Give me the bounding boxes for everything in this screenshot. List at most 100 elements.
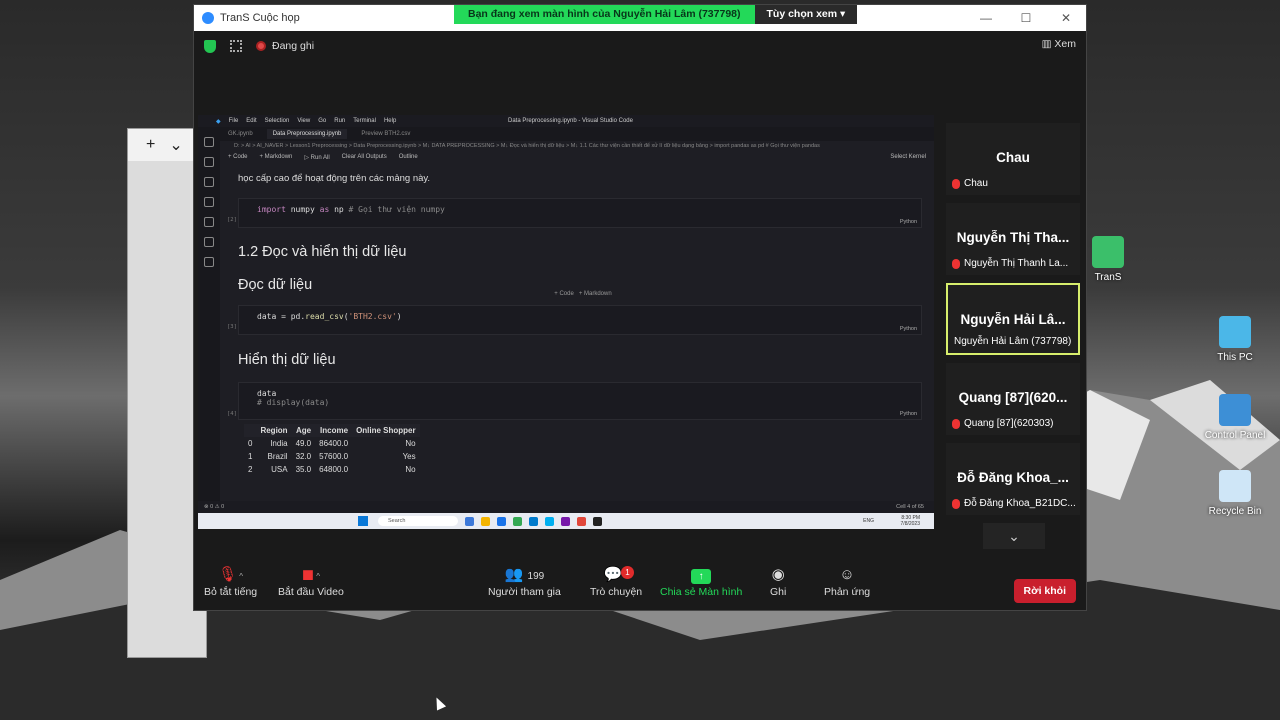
run-all-button[interactable]: ▷ Run All xyxy=(304,154,329,161)
chevron-up-icon[interactable]: ^ xyxy=(316,572,320,581)
meeting-window: TranS Cuộc họp Bạn đang xem màn hình của… xyxy=(193,4,1087,611)
menu-go[interactable]: Go xyxy=(318,118,326,124)
unmute-button[interactable]: 🎙 ^ Bỏ tắt tiếng xyxy=(204,564,257,598)
tab-gk[interactable]: GK.ipynb xyxy=(228,131,253,137)
title-bar: TranS Cuộc họp Bạn đang xem màn hình của… xyxy=(194,5,1086,31)
code-cell[interactable]: [2] import numpy as np # Gọi thư viện nu… xyxy=(227,198,922,228)
insert-markdown-button[interactable]: + Markdown xyxy=(579,291,612,297)
chevron-down-icon[interactable]: ⌄ xyxy=(169,135,182,155)
vscode-window-title: Data Preprocessing.ipynb - Visual Studio… xyxy=(508,118,633,124)
chevron-down-icon: ⌄ xyxy=(1008,528,1020,544)
menu-terminal[interactable]: Terminal xyxy=(353,118,376,124)
tab-data-preprocessing[interactable]: Data Preprocessing.ipynb xyxy=(266,129,348,139)
vscode-taskbar-icon[interactable] xyxy=(529,516,538,526)
chat-badge: 1 xyxy=(621,566,634,579)
menu-run[interactable]: Run xyxy=(334,118,345,124)
extensions-icon[interactable] xyxy=(204,217,214,227)
vscode-statusbar: ⊗ 0 ⚠ 0 Cell 4 of 65 xyxy=(198,501,934,513)
window-title: TranS Cuộc họp xyxy=(220,12,300,24)
skype-icon[interactable] xyxy=(545,516,554,526)
participants-panel: Chau Chau Nguyễn Thị Tha... Nguyễn Thị T… xyxy=(946,123,1082,549)
video-off-icon: ◼ xyxy=(301,566,315,583)
notebook: học cấp cao để hoạt động trên các mảng n… xyxy=(227,173,928,476)
taskbar-clock[interactable]: 8:30 PM 7/8/2023 xyxy=(901,515,920,527)
code-cell-display[interactable]: [4] data # display(data) Python xyxy=(227,382,922,420)
close-button[interactable]: ✕ xyxy=(1046,5,1086,31)
add-code-button[interactable]: + Code xyxy=(228,154,248,160)
menu-help[interactable]: Help xyxy=(384,118,396,124)
smiley-icon: ☺ xyxy=(839,566,855,583)
participant-tile[interactable]: Chau Chau xyxy=(946,123,1080,195)
participant-tile[interactable]: Đỗ Đăng Khoa_... Đỗ Đăng Khoa_B21DC... xyxy=(946,443,1080,515)
menu-selection[interactable]: Selection xyxy=(265,118,290,124)
problems-indicator[interactable]: ⊗ 0 ⚠ 0 xyxy=(204,504,224,510)
source-control-icon[interactable] xyxy=(204,177,214,187)
chevron-down-icon: ▾ xyxy=(840,8,846,20)
language-indicator[interactable]: ENG xyxy=(863,518,874,524)
explorer-icon[interactable] xyxy=(204,137,214,147)
menu-file[interactable]: File xyxy=(229,118,239,124)
testing-icon[interactable] xyxy=(204,237,214,247)
participant-tile[interactable]: Nguyễn Thị Tha... Nguyễn Thị Thanh La... xyxy=(946,203,1080,275)
tab-preview-bth2[interactable]: Preview BTH2.csv xyxy=(361,131,410,137)
record-button[interactable]: ◉ Ghi xyxy=(770,564,786,598)
code-cell-read-csv[interactable]: [3] data = pd.read_csv('BTH2.csv') Pytho… xyxy=(227,305,922,335)
menu-edit[interactable]: Edit xyxy=(246,118,256,124)
windows-start-icon[interactable] xyxy=(358,516,368,526)
clear-outputs-button[interactable]: Clear All Outputs xyxy=(342,154,387,160)
shared-screen: ◆ File Edit Selection View Go Run Termin… xyxy=(198,115,934,529)
maximize-button[interactable]: ☐ xyxy=(1006,5,1046,31)
folder-icon[interactable] xyxy=(481,516,490,526)
grid-icon[interactable] xyxy=(230,40,242,52)
run-debug-icon[interactable] xyxy=(204,197,214,207)
people-icon: 👥 xyxy=(504,566,524,583)
terminal-icon[interactable] xyxy=(593,516,602,526)
insert-code-button[interactable]: + Code xyxy=(554,291,574,297)
chat-button[interactable]: 💬^ 1 Trò chuyện xyxy=(590,564,642,598)
activity-bar xyxy=(198,127,220,513)
desktop-icon-recycle-bin[interactable]: Recycle Bin xyxy=(1195,470,1275,517)
windows-taskbar: Search ENG 8:30 PM 7/8/2023 xyxy=(198,513,934,529)
powerpoint-icon[interactable] xyxy=(577,516,586,526)
add-markdown-button[interactable]: + Markdown xyxy=(260,154,293,160)
markdown-intro: học cấp cao để hoạt động trên các mảng n… xyxy=(238,173,431,184)
trans-app-icon xyxy=(1092,236,1124,268)
plus-icon[interactable]: + xyxy=(146,136,155,154)
table-row: 1 Brazil 32.0 57600.0 Yes xyxy=(248,452,416,461)
desktop-icon-control-panel[interactable]: Control Panel xyxy=(1195,394,1275,441)
menu-view[interactable]: View xyxy=(297,118,310,124)
view-options-button[interactable]: Tùy chọn xem ▾ xyxy=(754,5,858,24)
share-screen-button[interactable]: ↑ Chia sẻ Màn hình xyxy=(660,564,742,598)
cell-position: Cell 4 of 65 xyxy=(896,504,924,510)
meeting-toolbar: 🎙 ^ Bỏ tắt tiếng ◼ ^ Bắt đầu Video 👥 199 N… xyxy=(194,554,1086,610)
chat-icon: 💬 xyxy=(603,566,623,583)
file-explorer-icon[interactable] xyxy=(465,516,474,526)
scroll-down-button[interactable]: ⌄ xyxy=(983,523,1045,549)
muted-mic-icon xyxy=(952,498,960,509)
select-kernel-button[interactable]: Select Kernel xyxy=(890,154,926,160)
participants-button[interactable]: 👥 199 Người tham gia xyxy=(488,564,561,598)
chevron-up-icon[interactable]: ^ xyxy=(239,572,243,581)
taskbar-search[interactable]: Search xyxy=(378,516,458,526)
chrome-icon[interactable] xyxy=(513,516,522,526)
muted-mic-icon xyxy=(952,178,960,189)
minimize-button[interactable]: — xyxy=(966,5,1006,31)
leave-button[interactable]: Rời khỏi xyxy=(1013,579,1076,603)
view-button[interactable]: ▥ Xem xyxy=(1042,38,1076,50)
reactions-button[interactable]: ☺ Phản ứng xyxy=(824,564,870,598)
editor-tabs: GK.ipynb Data Preprocessing.ipynb Previe… xyxy=(198,127,934,141)
desktop-icon-this-pc[interactable]: This PC xyxy=(1195,316,1275,363)
layout-icon: ▥ xyxy=(1041,38,1052,50)
start-video-button[interactable]: ◼ ^ Bắt đầu Video xyxy=(278,564,344,598)
remote-icon[interactable] xyxy=(204,257,214,267)
heading-1-2: 1.2 Đọc và hiển thị dữ liệu xyxy=(238,244,407,260)
recording-indicator[interactable]: Đang ghi xyxy=(256,40,314,52)
onenote-icon[interactable] xyxy=(561,516,570,526)
edge-icon[interactable] xyxy=(497,516,506,526)
participant-tile-active-speaker[interactable]: Nguyễn Hải Lâ... Nguyễn Hải Lâm (737798) xyxy=(946,283,1080,355)
outline-button[interactable]: Outline xyxy=(399,154,418,160)
shield-icon[interactable] xyxy=(204,39,216,53)
meeting-info-row: Đang ghi xyxy=(194,31,1086,61)
breadcrumb[interactable]: D: > AI > AI_NAVER > Lesson1 Preprocessi… xyxy=(198,141,934,151)
participant-tile[interactable]: Quang [87](620... Quang [87](620303) xyxy=(946,363,1080,435)
